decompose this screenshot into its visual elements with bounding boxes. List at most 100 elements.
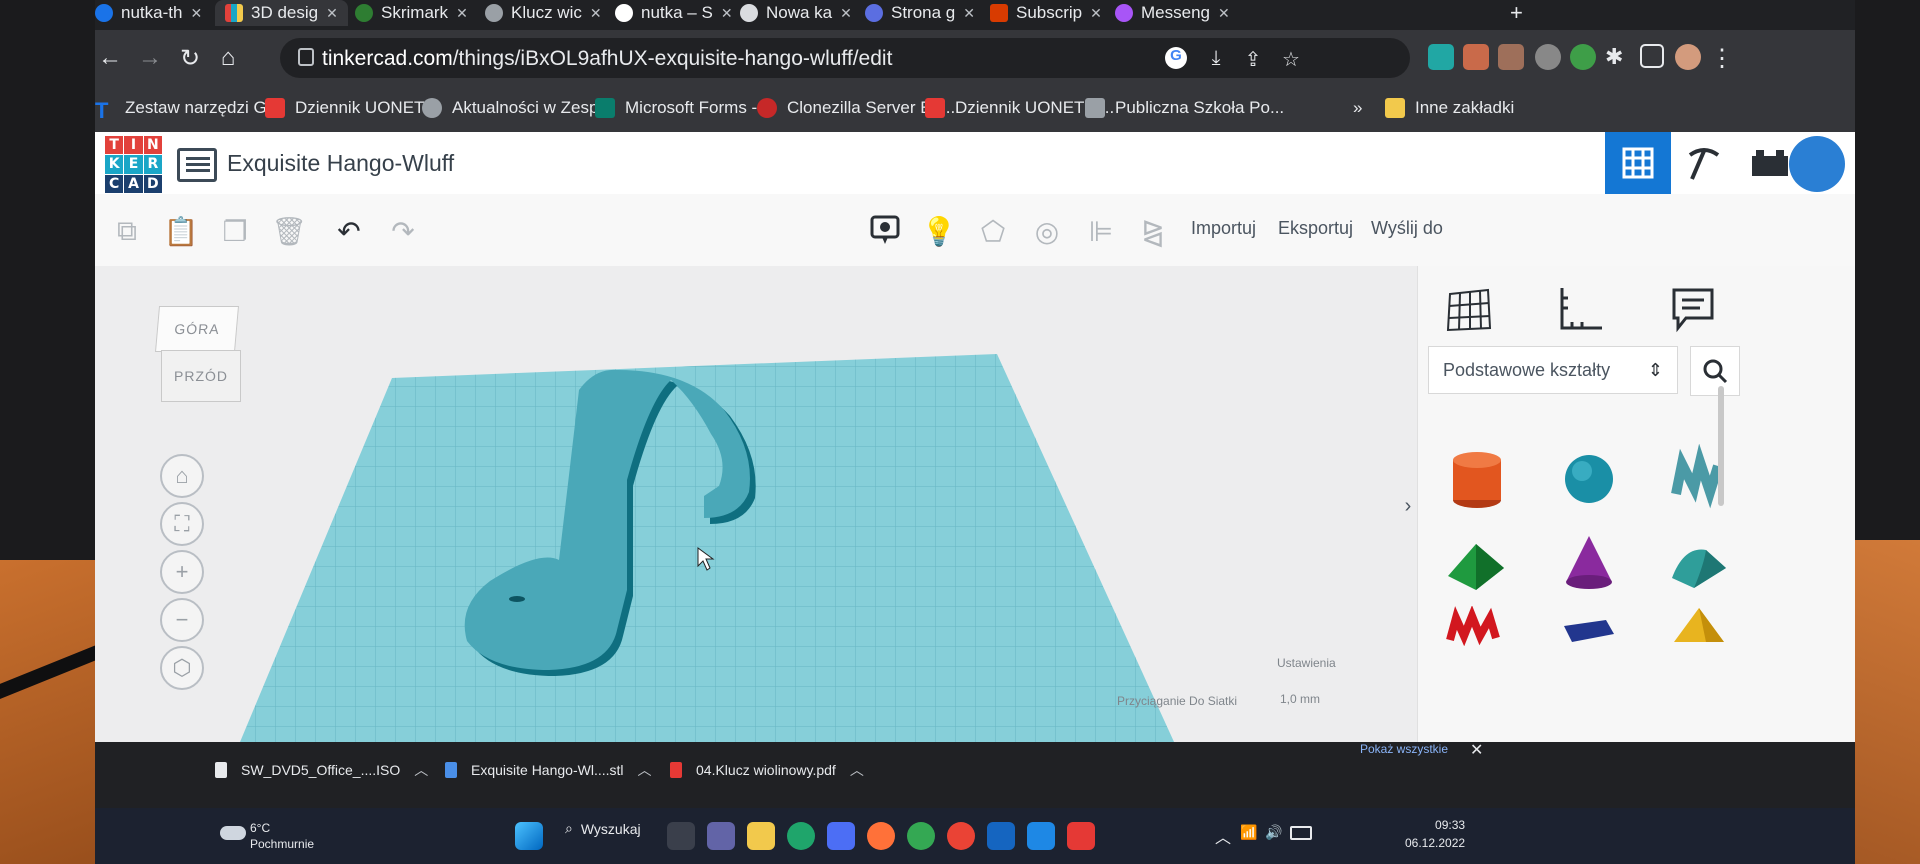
tray-overflow-icon[interactable]: ︿: [1215, 824, 1231, 848]
bookmark[interactable]: T Zestaw narzędzi G...: [95, 98, 281, 123]
app-c-icon[interactable]: [987, 822, 1015, 850]
import-button[interactable]: Importuj: [1191, 218, 1256, 239]
snap-grid-select[interactable]: 1,0 mm: [1280, 692, 1320, 706]
extension-icon[interactable]: [1498, 44, 1524, 70]
redo-icon[interactable]: ↷: [383, 212, 423, 250]
browser-tab[interactable]: Messeng ✕: [1115, 0, 1230, 26]
side-panel-icon[interactable]: [1640, 44, 1664, 68]
perspective-icon[interactable]: ⬡: [160, 646, 204, 690]
fit-view-icon[interactable]: ⛶: [160, 502, 204, 546]
3d-design-view-button[interactable]: [1605, 132, 1671, 194]
browser-tab-active[interactable]: 3D desig ✕: [215, 0, 348, 26]
workplane-canvas[interactable]: [95, 266, 1417, 766]
3d-workplane-viewport[interactable]: GÓRA PRZÓD ⌂ ⛶ + − ⬡ Ustawienia Przyciąg…: [95, 266, 1417, 766]
file-explorer-icon[interactable]: [747, 822, 775, 850]
acrobat-icon[interactable]: [1067, 822, 1095, 850]
bookmark[interactable]: Publiczna Szkoła Po...: [1085, 98, 1284, 118]
download-item[interactable]: Exquisite Hango-Wl....stl ︿: [445, 760, 652, 780]
view-cube-front[interactable]: PRZÓD: [161, 350, 241, 402]
shape-box[interactable]: [1554, 606, 1624, 646]
view-cube[interactable]: GÓRA PRZÓD: [154, 306, 241, 406]
browser-tab[interactable]: Nowa ka ✕: [740, 0, 852, 26]
wifi-icon[interactable]: 📶: [1240, 824, 1257, 841]
edge-icon[interactable]: [787, 822, 815, 850]
bookmarks-overflow-button[interactable]: »: [1353, 98, 1362, 118]
weather-widget[interactable]: 6°C Pochmurnie: [250, 820, 314, 852]
url-text[interactable]: tinkercad.com/things/iBxOL9afhUX-exquisi…: [322, 47, 892, 71]
close-tab-icon[interactable]: ✕: [1218, 5, 1230, 22]
zoom-out-icon[interactable]: −: [160, 598, 204, 642]
extension-d-icon[interactable]: [1428, 44, 1454, 70]
forward-icon[interactable]: →: [135, 44, 165, 72]
share-icon[interactable]: ⇪: [1242, 47, 1264, 71]
mirror-icon[interactable]: ⧎: [1133, 212, 1173, 250]
send-to-button[interactable]: Wyślij do: [1371, 218, 1443, 239]
align-icon[interactable]: ⊫: [1081, 212, 1121, 250]
browser-tab[interactable]: Strona g ✕: [865, 0, 975, 26]
shape-round-roof[interactable]: [1664, 528, 1734, 598]
close-tab-icon[interactable]: ✕: [1090, 5, 1102, 22]
close-tab-icon[interactable]: ✕: [963, 5, 975, 22]
other-bookmarks-folder[interactable]: Inne zakładki: [1385, 98, 1514, 118]
zoom-in-icon[interactable]: +: [160, 550, 204, 594]
download-item[interactable]: SW_DVD5_Office_....ISO ︿: [215, 760, 428, 780]
shape-cone[interactable]: [1554, 528, 1624, 598]
browser-tab[interactable]: Subscrip ✕: [990, 0, 1102, 26]
back-icon[interactable]: ←: [95, 44, 125, 72]
reload-icon[interactable]: ↻: [175, 44, 205, 73]
paste-icon[interactable]: 📋: [161, 212, 201, 250]
install-app-icon[interactable]: ⤓: [1205, 47, 1227, 69]
firefox-icon[interactable]: [867, 822, 895, 850]
workplane-settings-link[interactable]: Ustawienia: [1277, 656, 1336, 670]
view-cube-top[interactable]: GÓRA: [154, 306, 240, 352]
extension-icon[interactable]: [1463, 44, 1489, 70]
copy-icon[interactable]: ⧉: [107, 212, 147, 250]
close-tab-icon[interactable]: ✕: [456, 5, 468, 22]
bookmark-star-icon[interactable]: ☆: [1280, 47, 1302, 71]
app-icon[interactable]: [1027, 822, 1055, 850]
duplicate-icon[interactable]: ❐: [215, 212, 255, 250]
profile-avatar[interactable]: [1675, 44, 1701, 70]
address-bar[interactable]: tinkercad.com/things/iBxOL9afhUX-exquisi…: [280, 38, 1410, 78]
lightbulb-icon[interactable]: 💡: [919, 212, 959, 250]
collapse-panel-icon[interactable]: ›: [1398, 486, 1418, 526]
chevron-up-icon[interactable]: ︿: [638, 760, 652, 780]
home-icon[interactable]: ⌂: [213, 44, 243, 72]
tinkercad-logo[interactable]: TINKERCAD: [105, 136, 162, 193]
export-button[interactable]: Eksportuj: [1278, 218, 1353, 239]
user-avatar[interactable]: [1789, 136, 1845, 192]
close-tab-icon[interactable]: ✕: [840, 5, 852, 22]
notes-tool-icon[interactable]: [1662, 278, 1724, 340]
delete-icon[interactable]: 🗑: [269, 212, 309, 250]
new-tab-button[interactable]: +: [1510, 0, 1523, 26]
battery-icon[interactable]: [1290, 826, 1312, 840]
browser-tab[interactable]: nutka-th ✕: [95, 0, 202, 26]
close-downloads-icon[interactable]: ✕: [1470, 740, 1483, 760]
shapes-search-button[interactable]: [1690, 346, 1740, 396]
browser-tab[interactable]: nutka – S ✕: [615, 0, 733, 26]
close-tab-icon[interactable]: ✕: [590, 5, 602, 22]
extension-icon[interactable]: [1570, 44, 1596, 70]
shape-text-red[interactable]: [1442, 606, 1512, 646]
google-lens-icon[interactable]: G: [1165, 47, 1187, 69]
notes-view-icon[interactable]: [865, 212, 905, 250]
undo-icon[interactable]: ↶: [329, 212, 369, 250]
teams-icon[interactable]: [707, 822, 735, 850]
chevron-up-icon[interactable]: ︿: [850, 760, 864, 780]
bookmark[interactable]: Dziennik UONET+: [265, 98, 434, 118]
download-item[interactable]: 04.Klucz wiolinowy.pdf ︿: [670, 760, 864, 780]
system-clock[interactable]: 09:33 06.12.2022: [1405, 816, 1465, 852]
volume-icon[interactable]: 🔊: [1265, 824, 1282, 841]
shape-cylinder[interactable]: [1442, 444, 1512, 514]
close-tab-icon[interactable]: ✕: [326, 5, 338, 22]
close-tab-icon[interactable]: ✕: [190, 5, 202, 22]
windows-start-icon[interactable]: [515, 822, 543, 850]
design-list-icon[interactable]: [177, 148, 217, 182]
ungroup-icon[interactable]: ◎: [1027, 212, 1067, 250]
group-icon[interactable]: ⬠: [973, 212, 1013, 250]
home-view-icon[interactable]: ⌂: [160, 454, 204, 498]
shape-pyramid[interactable]: [1664, 602, 1734, 646]
shape-roof[interactable]: [1442, 528, 1512, 598]
chevron-up-icon[interactable]: ︿: [414, 760, 428, 780]
project-title[interactable]: Exquisite Hango-Wluff: [227, 150, 454, 177]
